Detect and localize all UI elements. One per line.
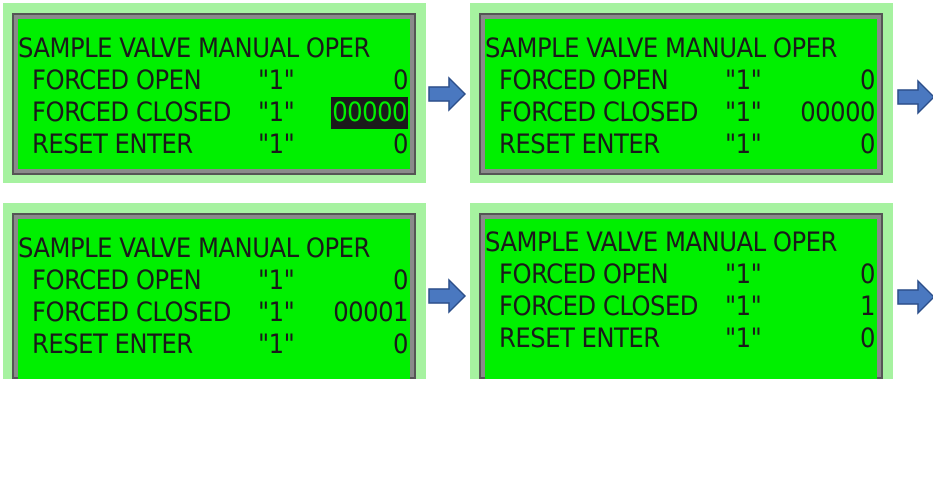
row-label: RESET ENTER: [499, 129, 660, 160]
row-code: "1": [725, 65, 762, 96]
row-label: FORCED OPEN: [32, 265, 202, 296]
row-value: 0: [393, 329, 408, 360]
row-label: FORCED OPEN: [32, 65, 202, 96]
row-label: FORCED CLOSED: [499, 97, 698, 128]
row-code: "1": [258, 97, 295, 128]
lcd-row-reset-enter: RESET ENTER "1" 0: [18, 329, 410, 361]
row-code: "1": [258, 65, 295, 96]
row-label: RESET ENTER: [499, 323, 660, 354]
row-value: 0: [860, 129, 875, 160]
panel-bezel-2: SAMPLE VALVE MANUAL OPER FORCED OPEN "1"…: [479, 13, 883, 175]
lcd-row-forced-open: FORCED OPEN "1" 0: [18, 265, 410, 297]
row-label: FORCED OPEN: [499, 65, 669, 96]
lcd-title-text: SAMPLE VALVE MANUAL OPER: [18, 33, 370, 64]
row-code: "1": [258, 265, 295, 296]
lcd-title: SAMPLE VALVE MANUAL OPER: [18, 233, 410, 265]
panel-frame-1: SAMPLE VALVE MANUAL OPER FORCED OPEN "1"…: [3, 3, 426, 183]
panel-bezel-3: SAMPLE VALVE MANUAL OPER FORCED OPEN "1"…: [12, 213, 416, 379]
panel-bezel-4: SAMPLE VALVE MANUAL OPER FORCED OPEN "1"…: [479, 213, 883, 379]
panel-frame-4: SAMPLE VALVE MANUAL OPER FORCED OPEN "1"…: [470, 203, 893, 379]
lcd-row-forced-closed: FORCED CLOSED "1" 00001: [18, 297, 410, 329]
row-code: "1": [725, 259, 762, 290]
lcd-screen-1: SAMPLE VALVE MANUAL OPER FORCED OPEN "1"…: [18, 19, 410, 169]
lcd-title: SAMPLE VALVE MANUAL OPER: [18, 33, 410, 65]
row-code: "1": [725, 129, 762, 160]
lcd-screen-3: SAMPLE VALVE MANUAL OPER FORCED OPEN "1"…: [18, 219, 410, 379]
lcd-row-forced-closed: FORCED CLOSED "1" 00000: [485, 97, 877, 129]
lcd-screen-2: SAMPLE VALVE MANUAL OPER FORCED OPEN "1"…: [485, 19, 877, 169]
row-label: RESET ENTER: [32, 329, 193, 360]
row-value: 0: [393, 265, 408, 296]
row-code: "1": [725, 291, 762, 322]
row-value: 0: [393, 129, 408, 160]
row-code: "1": [725, 323, 762, 354]
lcd-row-reset-enter: RESET ENTER "1" 0: [485, 129, 877, 161]
lcd-screen-4: SAMPLE VALVE MANUAL OPER FORCED OPEN "1"…: [485, 219, 877, 379]
lcd-title-text: SAMPLE VALVE MANUAL OPER: [485, 227, 837, 258]
lcd-row-forced-open: FORCED OPEN "1" 0: [485, 259, 877, 291]
panel-bezel-1: SAMPLE VALVE MANUAL OPER FORCED OPEN "1"…: [12, 13, 416, 175]
lcd-row-forced-open: FORCED OPEN "1" 0: [485, 65, 877, 97]
row-code: "1": [725, 97, 762, 128]
row-label: FORCED OPEN: [499, 259, 669, 290]
panel-frame-2: SAMPLE VALVE MANUAL OPER FORCED OPEN "1"…: [470, 3, 893, 183]
lcd-title: SAMPLE VALVE MANUAL OPER: [485, 33, 877, 65]
right-arrow-icon: [428, 278, 467, 314]
row-label: FORCED CLOSED: [499, 291, 698, 322]
row-code: "1": [258, 297, 295, 328]
lcd-row-forced-open: FORCED OPEN "1" 0: [18, 65, 410, 97]
lcd-title: SAMPLE VALVE MANUAL OPER: [485, 227, 877, 259]
lcd-row-reset-enter: RESET ENTER "1" 0: [485, 323, 877, 355]
row-code: "1": [258, 329, 295, 360]
lcd-title-text: SAMPLE VALVE MANUAL OPER: [485, 33, 837, 64]
row-value: 0: [393, 65, 408, 96]
row-code: "1": [258, 129, 295, 160]
right-arrow-icon: [897, 79, 933, 115]
row-value-highlighted[interactable]: 00000: [331, 97, 408, 129]
row-value: 00001: [333, 297, 408, 328]
lcd-row-reset-enter: RESET ENTER "1" 0: [18, 129, 410, 161]
row-value: 0: [860, 259, 875, 290]
panel-frame-3: SAMPLE VALVE MANUAL OPER FORCED OPEN "1"…: [3, 203, 426, 379]
row-value: 1: [860, 291, 875, 322]
row-value: 0: [860, 65, 875, 96]
row-label: RESET ENTER: [32, 129, 193, 160]
right-arrow-icon: [897, 279, 933, 315]
lcd-row-forced-closed: FORCED CLOSED "1" 00000: [18, 97, 410, 129]
row-value: 00000: [800, 97, 875, 128]
right-arrow-icon: [428, 76, 467, 112]
row-label: FORCED CLOSED: [32, 297, 231, 328]
lcd-title-text: SAMPLE VALVE MANUAL OPER: [18, 233, 370, 264]
row-label: FORCED CLOSED: [32, 97, 231, 128]
row-value: 0: [860, 323, 875, 354]
lcd-row-forced-closed: FORCED CLOSED "1" 1: [485, 291, 877, 323]
